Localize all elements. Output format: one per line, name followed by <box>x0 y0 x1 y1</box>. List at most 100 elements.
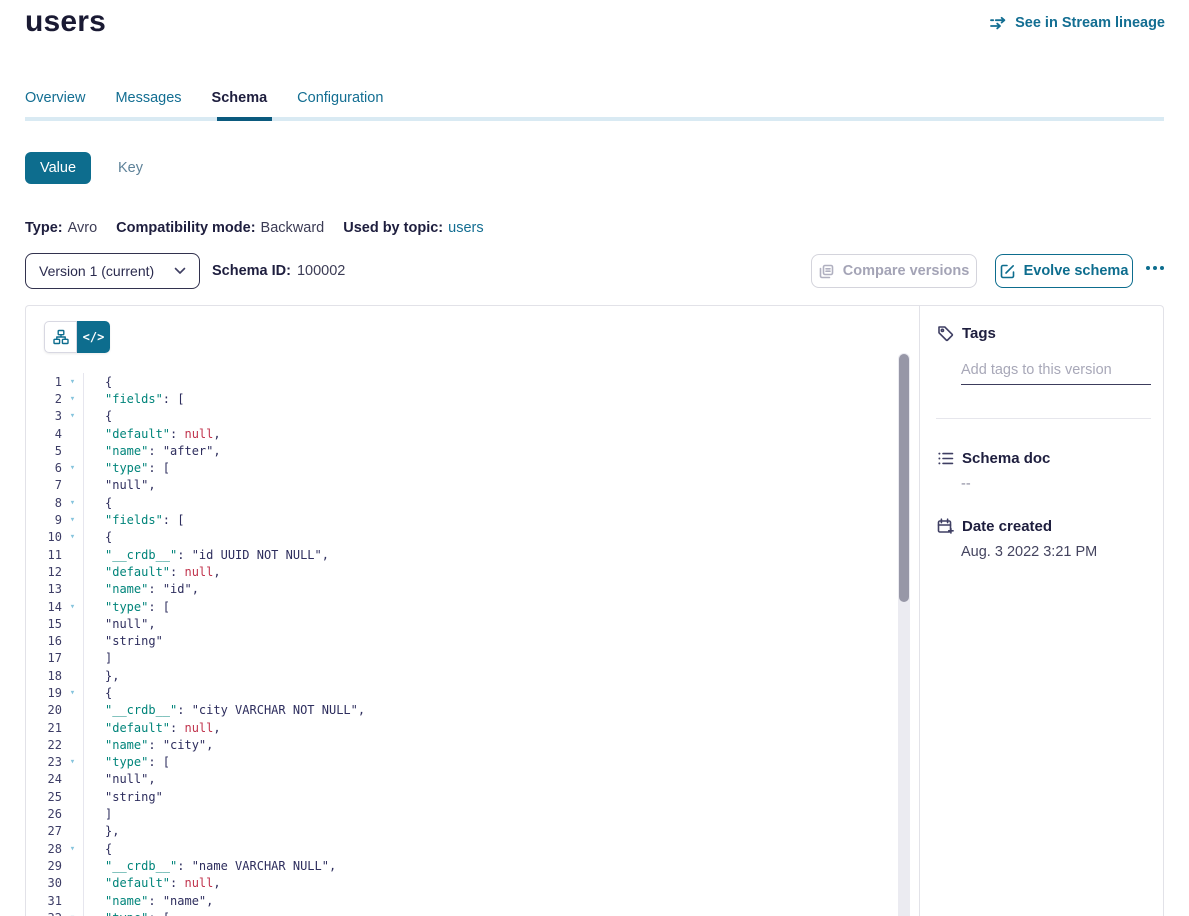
date-created-title: Date created <box>962 518 1052 535</box>
code-text: "null", <box>83 477 156 494</box>
code-text: "name": "after", <box>83 442 221 459</box>
code-text: "fields": [ <box>83 511 184 528</box>
tab-overview[interactable]: Overview <box>25 90 85 118</box>
schema-id-label: Schema ID: <box>212 263 291 279</box>
code-line: 6▾ "type": [ <box>26 459 898 476</box>
code-line: 16 "string" <box>26 632 898 649</box>
code-line: 21 "default": null, <box>26 719 898 736</box>
fold-toggle-icon[interactable]: ▾ <box>62 411 83 421</box>
line-number: 29 <box>26 859 62 873</box>
fold-toggle-icon[interactable]: ▾ <box>62 757 83 767</box>
ellipsis-icon <box>1146 266 1150 270</box>
tab-configuration[interactable]: Configuration <box>297 90 383 118</box>
fold-toggle-icon[interactable]: ▾ <box>62 532 83 542</box>
compare-versions-label: Compare versions <box>843 263 970 279</box>
line-number: 17 <box>26 651 62 665</box>
schema-sidebar: Tags Schema doc -- Da <box>920 306 1163 916</box>
line-number: 30 <box>26 876 62 890</box>
evolve-schema-label: Evolve schema <box>1024 263 1129 279</box>
line-number: 21 <box>26 721 62 735</box>
code-line: 22 "name": "city", <box>26 736 898 753</box>
code-line: 26 ] <box>26 805 898 822</box>
list-icon <box>937 450 954 467</box>
fold-toggle-icon[interactable]: ▾ <box>62 688 83 698</box>
schema-id-value: 100002 <box>297 263 345 279</box>
compatibility-mode-value: Backward <box>261 220 325 236</box>
code-line: 11 "__crdb__": "id UUID NOT NULL", <box>26 546 898 563</box>
tree-view-icon <box>53 329 69 345</box>
value-toggle-button[interactable]: Value <box>25 152 91 184</box>
editor-view-toggle: </> <box>44 321 110 353</box>
version-select[interactable]: Version 1 (current) <box>25 253 200 289</box>
code-line: 23▾ "type": [ <box>26 754 898 771</box>
code-lines: 1▾{2▾ "fields": [3▾ {4 "default": null,5… <box>26 373 898 916</box>
schema-panel: </> 1▾{2▾ "fields": [3▾ {4 "default": nu… <box>25 305 1164 916</box>
editor-scrollbar-track[interactable] <box>898 353 910 916</box>
version-select-value: Version 1 (current) <box>39 263 154 279</box>
line-number: 12 <box>26 565 62 579</box>
line-number: 32 <box>26 911 62 916</box>
code-text: "null", <box>83 771 156 788</box>
see-in-stream-lineage-link[interactable]: See in Stream lineage <box>990 15 1165 31</box>
fold-toggle-icon[interactable]: ▾ <box>62 394 83 404</box>
code-text: }, <box>83 823 119 840</box>
line-number: 14 <box>26 600 62 614</box>
line-number: 6 <box>26 461 62 475</box>
tab-messages[interactable]: Messages <box>115 90 181 118</box>
code-text: "__crdb__": "name VARCHAR NULL", <box>83 857 336 874</box>
code-text: { <box>83 373 112 390</box>
code-editor[interactable]: 1▾{2▾ "fields": [3▾ {4 "default": null,5… <box>26 373 898 916</box>
key-value-toggle: Value Key <box>25 152 143 184</box>
page-title: users <box>25 5 106 39</box>
code-text: { <box>83 840 112 857</box>
more-actions-button[interactable] <box>1146 258 1176 278</box>
calendar-plus-icon <box>937 518 954 535</box>
code-text: { <box>83 684 112 701</box>
lineage-link-label: See in Stream lineage <box>1015 15 1165 31</box>
code-view-button[interactable]: </> <box>77 321 110 353</box>
code-text: }, <box>83 667 119 684</box>
fold-toggle-icon[interactable]: ▾ <box>62 844 83 854</box>
schema-doc-title: Schema doc <box>962 450 1050 467</box>
fold-toggle-icon[interactable]: ▾ <box>62 377 83 387</box>
code-line: 24 "null", <box>26 771 898 788</box>
code-text: "string" <box>83 632 163 649</box>
line-number: 16 <box>26 634 62 648</box>
code-text: "null", <box>83 615 156 632</box>
compare-versions-button[interactable]: Compare versions <box>811 254 977 288</box>
key-toggle-button[interactable]: Key <box>118 160 143 176</box>
evolve-schema-button[interactable]: Evolve schema <box>995 254 1133 288</box>
tag-icon <box>937 325 954 342</box>
code-text: "__crdb__": "city VARCHAR NOT NULL", <box>83 702 365 719</box>
line-number: 7 <box>26 478 62 492</box>
line-number: 15 <box>26 617 62 631</box>
code-text: ] <box>83 805 112 822</box>
code-text: "fields": [ <box>83 390 184 407</box>
code-text: { <box>83 494 112 511</box>
fold-toggle-icon[interactable]: ▾ <box>62 602 83 612</box>
fold-toggle-icon[interactable]: ▾ <box>62 515 83 525</box>
sidebar-divider <box>936 418 1151 419</box>
editor-scrollbar-thumb[interactable] <box>899 354 909 602</box>
schema-id: Schema ID: 100002 <box>212 263 345 279</box>
tree-view-button[interactable] <box>44 321 77 353</box>
line-number: 5 <box>26 444 62 458</box>
tab-schema[interactable]: Schema <box>212 90 268 118</box>
code-text: "type": [ <box>83 459 170 476</box>
add-tags-input[interactable] <box>961 355 1151 385</box>
fold-toggle-icon[interactable]: ▾ <box>62 463 83 473</box>
line-number: 10 <box>26 530 62 544</box>
code-view-icon: </> <box>83 330 105 344</box>
schema-doc-heading: Schema doc <box>937 450 1050 467</box>
code-text: "name": "name", <box>83 892 213 909</box>
active-tab-indicator <box>217 117 272 121</box>
fold-toggle-icon[interactable]: ▾ <box>62 498 83 508</box>
code-line: 31 "name": "name", <box>26 892 898 909</box>
code-line: 3▾ { <box>26 408 898 425</box>
schema-meta-row: Type: Avro Compatibility mode: Backward … <box>25 220 484 236</box>
edit-schema-icon <box>1000 264 1015 279</box>
used-by-topic-link[interactable]: users <box>448 220 483 236</box>
line-number: 26 <box>26 807 62 821</box>
line-number: 3 <box>26 409 62 423</box>
code-line: 20 "__crdb__": "city VARCHAR NOT NULL", <box>26 702 898 719</box>
